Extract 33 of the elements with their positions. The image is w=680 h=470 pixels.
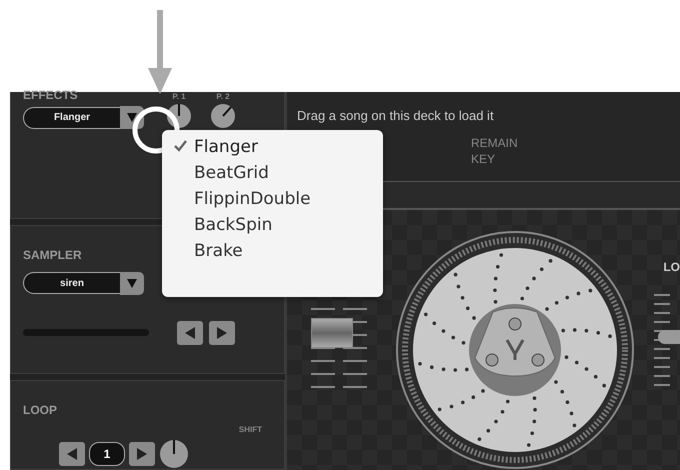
knob-label: P. 1	[172, 92, 186, 101]
previous-button[interactable]	[59, 442, 85, 466]
menu-item[interactable]: Brake	[194, 238, 383, 264]
sampler-dropdown[interactable]: siren	[23, 272, 120, 294]
previous-button[interactable]	[177, 320, 203, 345]
loop-size-field[interactable]: 1	[89, 442, 125, 466]
section-label: EFFECTS	[23, 90, 78, 98]
track-info-label: KEY	[471, 151, 496, 167]
menu-item[interactable]: BackSpin	[194, 212, 383, 238]
section-label: SAMPLER	[23, 248, 82, 262]
deck-message: Drag a song on this deck to load it	[297, 108, 495, 123]
right-arrow-icon	[137, 448, 147, 460]
knob[interactable]	[210, 103, 236, 129]
caret-icon	[127, 113, 137, 122]
next-button[interactable]	[129, 442, 155, 466]
next-button[interactable]	[209, 320, 235, 345]
knob-label: P. 2	[216, 92, 230, 101]
shift-label: SHIFT	[238, 425, 262, 434]
side-label: LO	[663, 260, 680, 274]
menu-item[interactable]: FlippinDouble	[194, 186, 383, 212]
left-arrow-icon	[67, 448, 77, 460]
track-info-label: REMAIN	[471, 135, 519, 151]
section-label: LOOP	[23, 403, 58, 417]
caret-icon	[127, 278, 137, 288]
turntable-platter[interactable]	[395, 230, 635, 470]
knob[interactable]	[166, 103, 192, 129]
menu-item[interactable]: BeatGrid	[194, 160, 383, 186]
menu-item[interactable]: Flanger	[194, 134, 383, 160]
knob[interactable]	[159, 439, 189, 469]
left-arrow-icon	[185, 326, 195, 339]
checkmark-icon	[174, 140, 187, 152]
right-arrow-icon	[217, 326, 227, 339]
effect-dropdown[interactable]: Flanger	[23, 106, 120, 128]
